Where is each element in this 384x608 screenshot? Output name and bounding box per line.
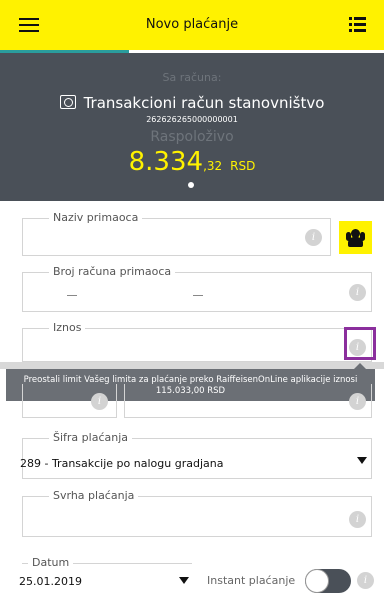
amount-currency: RSD [230,159,256,173]
amount-field[interactable]: Iznos i [22,321,372,362]
info-icon[interactable]: i [349,511,366,528]
model-field[interactable]: i [22,384,117,418]
available-label: Raspoloživo [150,129,234,145]
account-number: 262626265000000001 [146,115,238,124]
account-name-row: Transakcioni račun stanovništvo [0,94,384,112]
wallet-icon [59,95,76,109]
toggle-knob [305,569,329,593]
list-icon[interactable] [349,17,366,32]
available-amount: 8.334,32 RSD [0,147,384,177]
date-value: 25.01.2019 [19,575,82,588]
info-icon[interactable]: i [305,229,322,246]
date-label: Datum [28,556,74,569]
recipient-account-label: Broj računa primaoca [49,265,176,278]
caret-down-icon[interactable] [179,577,189,584]
recipient-account-field[interactable]: Broj računa primaoca i [22,265,372,312]
account-part1-placeholder[interactable] [67,295,77,296]
info-icon[interactable]: i [349,393,366,410]
recipient-name-label: Naziv primaoca [49,211,143,224]
recipient-name-field[interactable]: Naziv primaoca i [22,211,331,256]
limit-bar [0,362,384,369]
amount-minor: ,32 [203,159,223,173]
reference-number-field[interactable]: i [124,384,372,418]
info-icon[interactable]: i [357,572,374,589]
top-app-bar: Novo plaćanje [0,0,384,50]
amount-major: 8.334 [128,147,204,177]
account-card[interactable]: Sa računa: Transakcioni račun stanovništ… [0,53,384,201]
caret-down-icon[interactable] [357,457,367,464]
instant-payment-toggle[interactable] [305,569,351,593]
amount-label: Iznos [49,321,86,334]
payment-code-value: 289 - Transakcije po nalogu gradjana [20,457,224,470]
info-icon[interactable]: i [349,284,366,301]
payment-code-select[interactable]: Šifra plaćanja 289 - Transakcije po nalo… [20,431,372,479]
page-indicator-dot[interactable] [188,182,194,188]
from-account-label: Sa računa: [162,71,222,84]
info-highlight [344,327,376,360]
account-name: Transakcioni račun stanovništvo [83,94,325,112]
payment-code-label: Šifra plaćanja [49,431,133,444]
page-title: Novo plaćanje [145,17,239,32]
instant-payment-label: Instant plaćanje [207,574,296,587]
contacts-button[interactable] [339,221,372,254]
date-select[interactable]: Datum 25.01.2019 [19,556,192,599]
account-part2-placeholder[interactable] [193,295,203,296]
purpose-label: Svrha plaćanja [49,489,139,502]
info-icon[interactable]: i [91,393,108,410]
purpose-field[interactable]: Svrha plaćanja i [22,489,372,537]
